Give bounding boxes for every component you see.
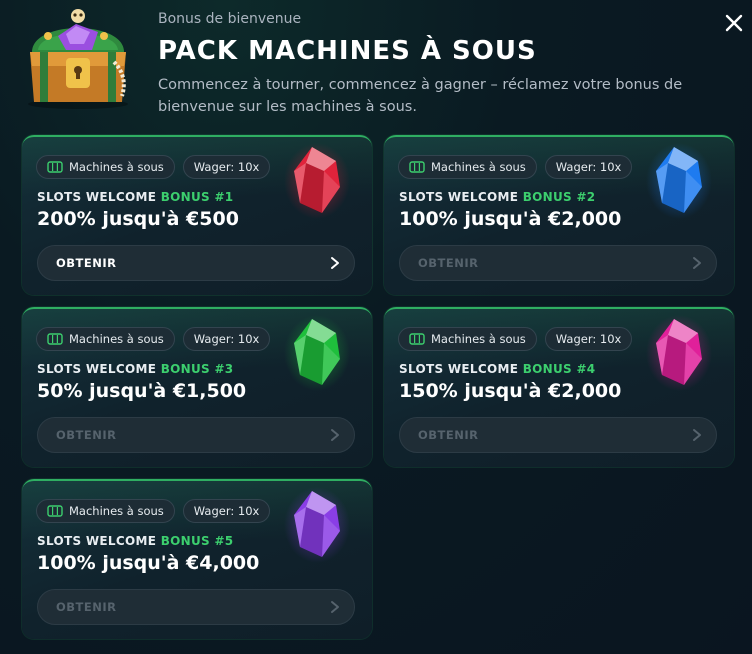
purple-gem-icon: [284, 487, 350, 563]
chip-label: Machines à sous: [431, 160, 526, 174]
wager-label: Wager: 10x: [555, 160, 622, 174]
chevron-right-icon: [331, 257, 339, 269]
header-description: Commencez à tourner, commencez à gagner …: [158, 77, 683, 115]
card-title: SLOTS WELCOME BONUS #1: [37, 190, 233, 204]
claim-button-label: OBTENIR: [418, 256, 479, 270]
card-chips: Machines à sous Wager: 10x: [398, 155, 633, 179]
page-title: PACK MACHINES À SOUS: [158, 36, 537, 66]
claim-button-label: OBTENIR: [56, 428, 117, 442]
chevron-right-icon: [693, 429, 701, 441]
wager-chip: Wager: 10x: [544, 155, 633, 179]
chip-label: Machines à sous: [69, 160, 164, 174]
card-chips: Machines à sous Wager: 10x: [36, 499, 271, 523]
bonus-card: Machines à sous Wager: 10x SLOTS WELCOME…: [22, 307, 372, 467]
card-title-highlight: BONUS #4: [522, 362, 596, 376]
category-chip: Machines à sous: [398, 327, 537, 351]
card-amount: 150% jusqu'à €2,000: [399, 380, 622, 402]
card-title: SLOTS WELCOME BONUS #5: [37, 534, 233, 548]
close-icon[interactable]: [722, 11, 746, 35]
chip-label: Machines à sous: [431, 332, 526, 346]
card-title-prefix: SLOTS WELCOME: [37, 362, 161, 376]
claim-button[interactable]: OBTENIR: [37, 589, 355, 625]
category-chip: Machines à sous: [36, 327, 175, 351]
card-amount: 50% jusqu'à €1,500: [37, 380, 247, 402]
claim-button-label: OBTENIR: [56, 600, 117, 614]
chevron-right-icon: [331, 601, 339, 613]
category-chip: Machines à sous: [36, 499, 175, 523]
wager-label: Wager: 10x: [193, 504, 260, 518]
card-title-prefix: SLOTS WELCOME: [399, 362, 523, 376]
card-title-highlight: BONUS #2: [522, 190, 596, 204]
wager-label: Wager: 10x: [555, 332, 622, 346]
card-title-highlight: BONUS #5: [160, 534, 234, 548]
pink-gem-icon: [646, 315, 712, 391]
card-amount: 200% jusqu'à €500: [37, 208, 239, 230]
card-chips: Machines à sous Wager: 10x: [398, 327, 633, 351]
bonus-card: Machines à sous Wager: 10x SLOTS WELCOME…: [22, 135, 372, 295]
claim-button-label: OBTENIR: [56, 256, 117, 270]
card-title: SLOTS WELCOME BONUS #2: [399, 190, 595, 204]
bonus-card: Machines à sous Wager: 10x SLOTS WELCOME…: [384, 307, 734, 467]
claim-button-label: OBTENIR: [418, 428, 479, 442]
bonus-card: Machines à sous Wager: 10x SLOTS WELCOME…: [22, 479, 372, 639]
header-subtitle: Bonus de bienvenue: [158, 11, 302, 27]
claim-button[interactable]: OBTENIR: [399, 245, 717, 281]
chip-label: Machines à sous: [69, 504, 164, 518]
slot-machine-icon: [47, 505, 63, 517]
wager-label: Wager: 10x: [193, 332, 260, 346]
slot-machine-icon: [47, 161, 63, 173]
card-title: SLOTS WELCOME BONUS #3: [37, 362, 233, 376]
chevron-right-icon: [693, 257, 701, 269]
blue-gem-icon: [646, 143, 712, 219]
card-title-prefix: SLOTS WELCOME: [37, 534, 161, 548]
claim-button[interactable]: OBTENIR: [37, 417, 355, 453]
card-chips: Machines à sous Wager: 10x: [36, 155, 271, 179]
card-amount: 100% jusqu'à €4,000: [37, 552, 260, 574]
category-chip: Machines à sous: [36, 155, 175, 179]
claim-button[interactable]: OBTENIR: [399, 417, 717, 453]
card-title: SLOTS WELCOME BONUS #4: [399, 362, 595, 376]
treasure-chest-icon: [28, 9, 128, 109]
slot-machine-icon: [409, 161, 425, 173]
category-chip: Machines à sous: [398, 155, 537, 179]
wager-chip: Wager: 10x: [182, 499, 271, 523]
slot-machine-icon: [47, 333, 63, 345]
wager-chip: Wager: 10x: [182, 155, 271, 179]
chevron-right-icon: [331, 429, 339, 441]
wager-label: Wager: 10x: [193, 160, 260, 174]
bonus-card: Machines à sous Wager: 10x SLOTS WELCOME…: [384, 135, 734, 295]
card-title-prefix: SLOTS WELCOME: [399, 190, 523, 204]
chip-label: Machines à sous: [69, 332, 164, 346]
wager-chip: Wager: 10x: [544, 327, 633, 351]
green-gem-icon: [284, 315, 350, 391]
wager-chip: Wager: 10x: [182, 327, 271, 351]
claim-button[interactable]: OBTENIR: [37, 245, 355, 281]
bonus-header: Bonus de bienvenue PACK MACHINES À SOUS …: [0, 0, 752, 130]
card-title-prefix: SLOTS WELCOME: [37, 190, 161, 204]
red-gem-icon: [284, 143, 350, 219]
card-title-highlight: BONUS #3: [160, 362, 234, 376]
card-title-highlight: BONUS #1: [160, 190, 234, 204]
card-amount: 100% jusqu'à €2,000: [399, 208, 622, 230]
card-chips: Machines à sous Wager: 10x: [36, 327, 271, 351]
slot-machine-icon: [409, 333, 425, 345]
